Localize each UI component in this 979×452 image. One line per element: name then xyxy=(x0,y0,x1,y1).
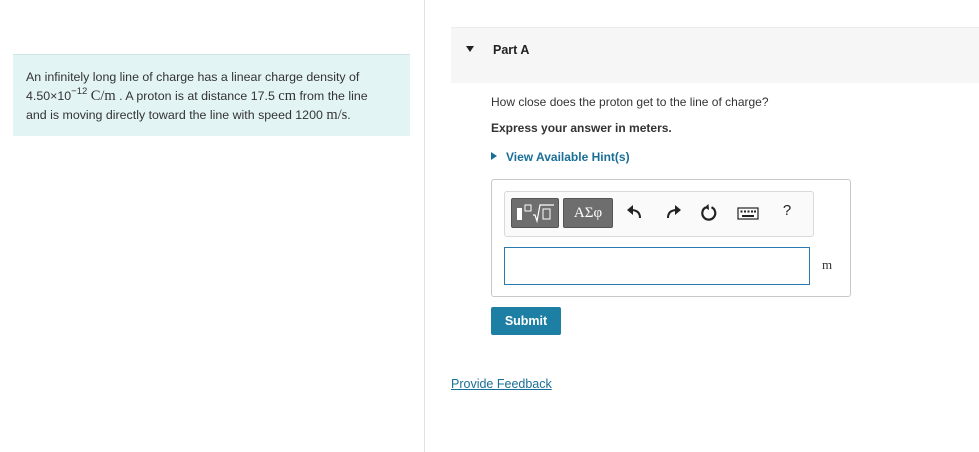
answer-input[interactable] xyxy=(504,247,810,285)
charge-density-value: 4.50×10 xyxy=(26,89,72,103)
distance-unit: cm xyxy=(278,88,297,104)
answer-panel: ΑΣφ ? m xyxy=(491,179,851,297)
question-text: How close does the proton get to the lin… xyxy=(491,95,769,109)
math-toolbar: ΑΣφ ? xyxy=(504,191,814,237)
provide-feedback-link[interactable]: Provide Feedback xyxy=(451,377,552,391)
expand-caret-icon xyxy=(491,152,497,160)
view-hints-link[interactable]: View Available Hint(s) xyxy=(491,150,630,164)
problem-text-3: from the line xyxy=(299,89,368,103)
speed-unit: m/s xyxy=(326,107,348,123)
answer-instruction: Express your answer in meters. xyxy=(491,121,672,135)
templates-button[interactable] xyxy=(511,198,559,228)
charge-density-unit: C/m xyxy=(90,88,116,104)
help-icon[interactable]: ? xyxy=(777,202,797,222)
problem-text-2: . A proton is at distance 17.5 xyxy=(119,89,275,103)
part-a-header[interactable]: Part A xyxy=(451,27,979,83)
submit-button[interactable]: Submit xyxy=(491,307,561,335)
redo-icon[interactable] xyxy=(663,203,683,223)
undo-icon[interactable] xyxy=(625,203,645,223)
column-divider xyxy=(424,0,425,452)
problem-statement: An infinitely long line of charge has a … xyxy=(13,54,410,136)
collapse-caret-icon[interactable] xyxy=(466,46,474,52)
problem-text-4: and is moving directly toward the line w… xyxy=(26,108,323,122)
templates-icon xyxy=(517,204,554,224)
hints-label: View Available Hint(s) xyxy=(506,150,630,164)
part-title: Part A xyxy=(493,43,530,57)
charge-density-exponent: −12 xyxy=(71,85,88,97)
answer-unit: m xyxy=(822,257,833,272)
problem-text-1: An infinitely long line of charge has a … xyxy=(26,70,360,84)
reset-icon[interactable] xyxy=(699,203,719,223)
keyboard-icon[interactable] xyxy=(737,203,759,223)
problem-text-5: . xyxy=(347,108,351,122)
greek-symbols-button[interactable]: ΑΣφ xyxy=(563,198,613,228)
